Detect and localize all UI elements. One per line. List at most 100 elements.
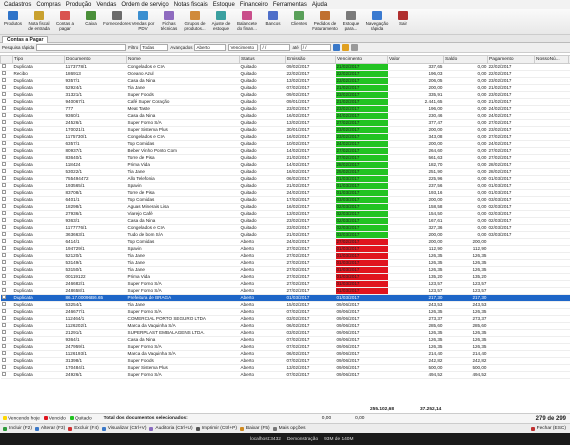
table-row[interactable]: Duplicata 777 Meat Taste Quitado 23/02/2017 2… [0,105,570,113]
table-row[interactable]: Duplicata 6401/1 Top Comidas Quitado 17/02/2… [0,196,570,204]
table-row[interactable]: Duplicata 363663/1 Tudo de bom S/A Quitado 2… [0,231,570,239]
menu-item[interactable]: Produção [66,2,92,8]
table-row[interactable]: Duplicata 18298/1 Aguas Minerais Lisa Quita… [0,203,570,211]
table-row[interactable]: Duplicata 1173778/1 Congelados e CIA Quitad… [0,63,570,71]
toolbar-button[interactable]: Caixa [78,9,104,35]
date-from-input[interactable]: / / [260,44,291,51]
row-checkbox[interactable] [1,169,6,173]
row-checkbox[interactable] [1,330,6,334]
action-button[interactable]: Mais opções [272,426,306,431]
toolbar-button[interactable]: Contas a pagar [52,9,78,35]
tab-contas-a-pagar[interactable]: Contas a Pagar [2,36,49,43]
column-header[interactable]: Saldo [443,55,488,64]
table-row[interactable]: Duplicata 27936/1 Viarejo Café Quitado 13/02… [0,210,570,218]
action-button[interactable]: Excluir (F4) [68,426,99,431]
row-checkbox[interactable] [1,274,6,278]
row-checkbox[interactable] [1,99,6,103]
table-row[interactable]: Duplicata 1175730/1 Congelados e CIA Quitad… [0,133,570,141]
search-icon[interactable] [332,44,340,51]
table-row[interactable]: Recibo 186913 Oceano Azul Quitado 22/02/2017… [0,70,570,78]
action-button[interactable]: Imprimir (Ctrl+P) [195,426,237,431]
search-input[interactable] [36,44,127,51]
table-row[interactable]: Duplicata 248658/1 Super Forno S/A Aberto 27… [0,287,570,295]
table-row[interactable]: Duplicata 246677/1 Super Forno S/A Aberto 07… [0,308,570,316]
row-checkbox[interactable] [1,295,6,299]
toolbar-button[interactable]: Clientes [286,9,312,35]
table-row[interactable]: Duplicata 118424 Prima Vida Quitado 14/02/20… [0,161,570,169]
menu-item[interactable]: Cadastros [4,2,31,8]
table-row[interactable]: Duplicata 9357/1 Casa da Nina Quitado 13/02/… [0,77,570,85]
menu-item[interactable]: Ajuda [312,2,327,8]
row-checkbox[interactable] [1,358,6,362]
row-checkbox[interactable] [1,267,6,271]
row-checkbox[interactable] [1,246,6,250]
toolbar-button[interactable]: Nota fiscal de entrada [26,9,52,35]
menu-item[interactable]: Vendas [96,2,116,8]
row-checkbox[interactable] [1,120,6,124]
row-checkbox[interactable] [1,106,6,110]
filter-icon[interactable] [341,44,349,51]
table-row[interactable]: Duplicata 31321/1 Super Foods Quitado 09/02/… [0,91,570,99]
column-header[interactable]: Tipo [12,55,65,64]
toolbar-button[interactable]: Vendas por PDV [130,9,156,35]
column-header[interactable]: NossoNú... [534,55,569,64]
table-row[interactable]: Duplicata 1177776/1 Congelados e CIA Quitad… [0,224,570,232]
action-button[interactable]: Baixar (F5) [239,426,270,431]
table-row[interactable]: Duplicata 1126202/1 Marca da Vaquinha S/A A… [0,322,570,330]
row-checkbox[interactable] [1,127,6,131]
menu-item[interactable]: Ferramentas [273,2,307,8]
table-row[interactable]: Duplicata 193565/1 Spavin Quitado 21/02/2017… [0,182,570,190]
toolbar-button[interactable]: Produtos [0,9,26,35]
row-checkbox[interactable] [1,281,6,285]
row-checkbox[interactable] [1,71,6,75]
row-checkbox[interactable] [1,288,6,292]
table-row[interactable]: Duplicata 9360/1 Casa da Nina Quitado 16/02/… [0,112,570,120]
row-checkbox[interactable] [1,155,6,159]
row-checkbox[interactable] [1,372,6,376]
row-checkbox[interactable] [1,365,6,369]
row-checkbox[interactable] [1,204,6,208]
date-to-input[interactable]: / / [300,44,331,51]
toolbar-button[interactable]: Sair [390,9,416,35]
table-row[interactable]: Duplicata 1126193/1 Marca da Vaquinha S/A A… [0,350,570,358]
row-checkbox[interactable] [1,218,6,222]
toolbar-button[interactable]: Grupos de produtos... [182,9,208,35]
action-button[interactable]: Alterar (F3) [34,426,65,431]
row-checkbox[interactable] [1,309,6,313]
settings-icon[interactable] [350,44,358,51]
table-row[interactable]: Duplicata 83640/1 Torre de Pisa Quitado 21/0… [0,154,570,162]
table-row[interactable]: Duplicata 246682/1 Super Forno S/A Aberto 27… [0,280,570,288]
table-row[interactable]: Duplicata 31398/1 Super Foods Aberto 07/02/2… [0,357,570,365]
table-row[interactable]: Duplicata 9363/1 Casa da Nina Quitado 23/02/… [0,217,570,225]
row-checkbox[interactable] [1,85,6,89]
row-checkbox[interactable] [1,253,6,257]
table-row[interactable]: Duplicata 194729/1 Spavin Aberto 27/02/2017 0… [0,245,570,253]
advanced-select[interactable]: Aberto [194,44,227,51]
action-button[interactable]: Incluir (F2) [3,426,32,431]
toolbar-button[interactable]: Pedidos de Faturamento [312,9,338,35]
row-checkbox[interactable] [1,316,6,320]
toolbar-button[interactable]: Balancete do finan... [234,9,260,35]
menu-item[interactable]: Ordem de serviço [121,2,168,8]
table-row[interactable]: Duplicata 53150/1 Tia Jane Aberto 27/02/2017… [0,266,570,274]
table-row[interactable]: Duplicata 21291/1 SUPERPLAST EMBALAGENS LT… [0,329,570,337]
row-checkbox[interactable] [1,351,6,355]
row-checkbox[interactable] [1,183,6,187]
table-row[interactable]: Duplicata 80937/1 Beber Vinho Ponto Com Qui… [0,147,570,155]
table-row[interactable]: Duplicata 170021/1 Super Sistema Plus Quita… [0,126,570,134]
row-checkbox[interactable] [1,211,6,215]
table-row[interactable]: Duplicata 6357/1 Top Comidas Quitado 10/02/2… [0,140,570,148]
column-header[interactable]: Valor [387,55,444,64]
column-header[interactable]: Vencimento [335,55,388,64]
table-row[interactable]: Duplicata 940067/1 Café Super Coração Quita… [0,98,570,106]
table-row[interactable]: Duplicata 86.17.00096B6.65 Prefeitura de B… [0,294,570,302]
toolbar-button[interactable]: Fornecedores [103,9,131,35]
table-row[interactable]: Duplicata 112464/1 COMERCIAL PORTO SEGURO … [0,315,570,323]
menu-item[interactable]: Estoque [213,2,235,8]
row-checkbox[interactable] [1,162,6,166]
row-checkbox[interactable] [1,232,6,236]
action-button[interactable]: Fechar (ESC) [530,426,566,431]
due-select[interactable]: Vencimento [228,44,259,51]
table-row[interactable]: Duplicata 53149/1 Tia Jane Aberto 27/02/2017… [0,259,570,267]
action-button[interactable]: Auditoria (Ctrl+U) [149,426,193,431]
